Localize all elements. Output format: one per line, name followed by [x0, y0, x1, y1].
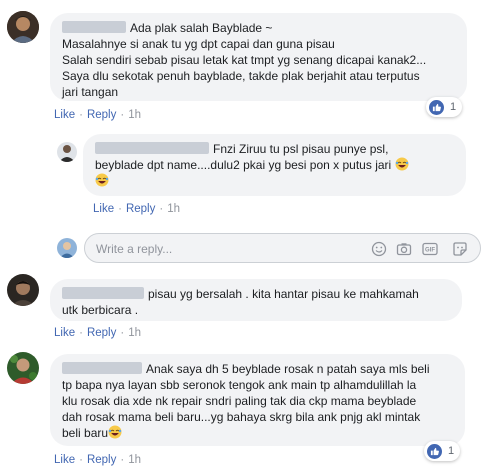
reply-input[interactable]: Write a reply... GIF — [84, 233, 481, 263]
comment-bubble: Ada plak salah Bayblade ~ Masalahnye si … — [50, 13, 467, 101]
comment-bubble: Anak saya dh 5 beyblade rosak n patah sa… — [50, 354, 465, 446]
comment-text: Salah sendiri sebab pisau letak kat tmpt… — [62, 53, 427, 67]
timestamp[interactable]: 1h — [167, 203, 180, 215]
author-name[interactable] — [62, 21, 126, 33]
comment-actions: Like · Reply · 1h — [54, 327, 141, 339]
comment-text: beyblade dpt name....dulu2 pkai yg besi … — [95, 158, 392, 172]
author-name[interactable] — [95, 142, 209, 154]
avatar[interactable] — [57, 142, 77, 162]
reply-link[interactable]: Reply — [87, 109, 116, 121]
avatar[interactable] — [7, 11, 39, 43]
like-link[interactable]: Like — [54, 109, 75, 121]
comment-text: beli baru — [62, 426, 109, 440]
author-name[interactable] — [62, 362, 142, 374]
like-icon — [427, 443, 442, 459]
reply-link[interactable]: Reply — [87, 454, 116, 466]
timestamp[interactable]: 1h — [128, 109, 141, 121]
comment-text: Ada plak salah Bayblade ~ — [130, 21, 273, 35]
svg-text:GIF: GIF — [425, 248, 435, 254]
comment-text: jari tangan — [62, 85, 119, 99]
comment-actions: Like · Reply · 1h — [54, 109, 141, 121]
comment-bubble: pisau yg bersalah . kita hantar pisau ke… — [50, 279, 462, 321]
camera-icon[interactable] — [396, 241, 412, 257]
avatar[interactable] — [7, 274, 39, 306]
laughing-emoji-icon — [108, 425, 122, 439]
reaction-count[interactable]: 1 — [426, 97, 463, 117]
comment-bubble: Fnzi Ziruu tu psl pisau punye psl, beybl… — [83, 134, 466, 196]
comment-text: dah rosak mama beli baru...yg bahaya skr… — [62, 410, 421, 424]
comment-text: utk berbicara . — [62, 303, 139, 317]
like-link[interactable]: Like — [54, 454, 75, 466]
laughing-emoji-icon — [395, 157, 409, 171]
avatar[interactable] — [57, 238, 77, 258]
comment-text: Fnzi Ziruu tu psl pisau punye psl, — [213, 142, 389, 156]
author-name[interactable] — [62, 287, 144, 299]
like-link[interactable]: Like — [93, 203, 114, 215]
emoji-icon[interactable] — [371, 241, 387, 257]
sticker-icon[interactable] — [452, 241, 468, 257]
avatar[interactable] — [7, 352, 39, 384]
comment-text: pisau yg bersalah . kita hantar pisau ke… — [148, 287, 419, 301]
comment-text: Masalahnye si anak tu yg dpt capai dan g… — [62, 37, 335, 51]
timestamp[interactable]: 1h — [128, 327, 141, 339]
reply-link[interactable]: Reply — [87, 327, 116, 339]
comment-text: Anak saya dh 5 beyblade rosak n patah sa… — [146, 362, 430, 376]
laughing-emoji-icon — [95, 173, 109, 187]
timestamp[interactable]: 1h — [128, 454, 141, 466]
like-link[interactable]: Like — [54, 327, 75, 339]
comment-text: klu rosak dia xde nk repair sndri paling… — [62, 394, 417, 408]
comment-text: Saya dlu sekotak penuh bayblade, takde p… — [62, 69, 420, 83]
comment-actions: Like · Reply · 1h — [93, 203, 180, 215]
comment-actions: Like · Reply · 1h — [54, 454, 141, 466]
reply-link[interactable]: Reply — [126, 203, 155, 215]
comment-text: tp bapa nya layan sbb seronok tengok ank… — [62, 378, 417, 392]
like-icon — [429, 99, 444, 115]
reaction-count[interactable]: 1 — [424, 441, 461, 461]
reply-placeholder: Write a reply... — [96, 242, 173, 256]
gif-icon[interactable]: GIF — [422, 241, 438, 257]
